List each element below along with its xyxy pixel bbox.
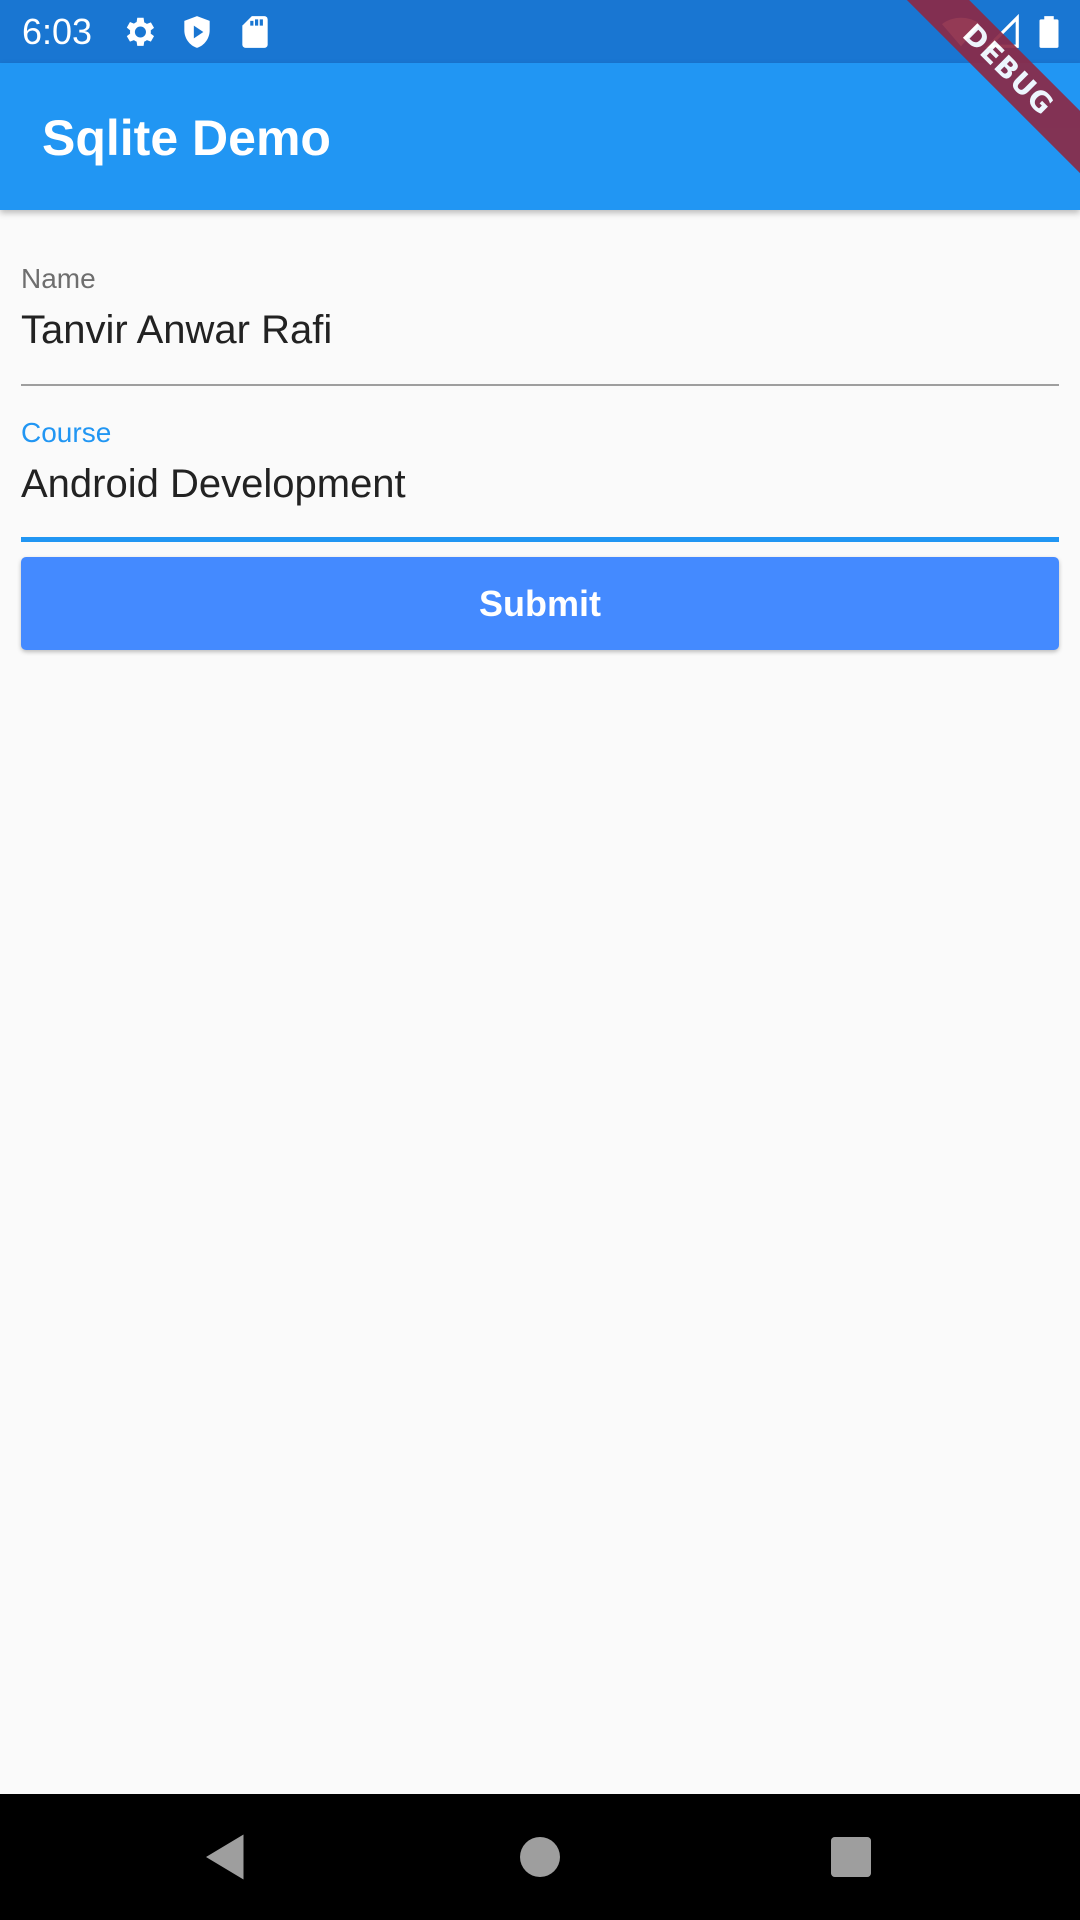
app-bar: Sqlite Demo: [0, 63, 1080, 210]
submit-button[interactable]: Submit: [21, 557, 1059, 650]
sd-card-icon: [236, 13, 274, 51]
gear-icon: [120, 13, 158, 51]
battery-icon: [1030, 13, 1068, 51]
name-field-value[interactable]: Tanvir Anwar Rafi: [21, 306, 1059, 354]
home-icon[interactable]: [510, 1827, 570, 1887]
back-icon[interactable]: [196, 1827, 256, 1887]
shield-play-icon: [178, 13, 216, 51]
course-field-value[interactable]: Android Development: [21, 460, 1059, 508]
name-field-underline: [21, 384, 1059, 386]
name-field[interactable]: Name Tanvir Anwar Rafi: [21, 262, 1059, 388]
name-field-label: Name: [21, 263, 96, 294]
recents-icon[interactable]: [821, 1827, 881, 1887]
course-field-underline: [21, 537, 1059, 542]
course-field[interactable]: Course Android Development: [21, 416, 1059, 544]
nav-bar: [0, 1794, 1080, 1920]
course-field-label: Course: [21, 417, 112, 448]
status-time: 6:03: [22, 11, 93, 52]
app-title: Sqlite Demo: [42, 110, 331, 166]
screen: 6:03 Sqlite Demo DEBUG Name Tanvir Anwar…: [0, 0, 1080, 1920]
